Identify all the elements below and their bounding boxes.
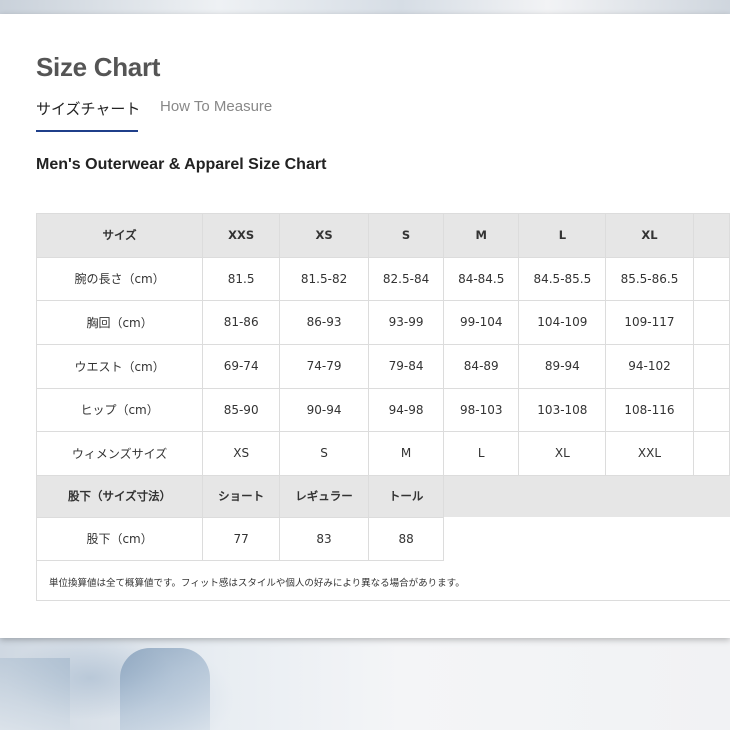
table-cell: 84-84.5 [443, 257, 520, 301]
row-label: ヒップ（cm） [37, 388, 204, 432]
size-table-header-row: サイズ XXS XS S M L XL [37, 214, 730, 258]
header-cell: 股下（サイズ寸法） [37, 475, 204, 518]
table-cell-overflow [693, 257, 730, 301]
table-cell: 81.5-82 [279, 257, 369, 301]
table-cell: 81.5 [202, 257, 281, 301]
size-chart-modal: Size Chart サイズチャート How To Measure Men's … [0, 14, 730, 638]
table-cell: XXL [605, 431, 694, 476]
table-row: ヒップ（cm） 85-90 90-94 94-98 98-103 103-108… [37, 388, 730, 432]
table-cell: 90-94 [279, 388, 369, 432]
table-cell: XL [518, 431, 607, 476]
table-cell: 84.5-85.5 [518, 257, 607, 301]
row-label: ウエスト（cm） [37, 344, 204, 389]
section-title: Men's Outerwear & Apparel Size Chart [36, 156, 327, 173]
table-cell: 84-89 [443, 344, 520, 389]
table-cell: 69-74 [202, 344, 281, 389]
table-cell: 108-116 [605, 388, 694, 432]
table-cell: L [443, 431, 520, 476]
table-cell: 85-90 [202, 388, 281, 432]
tab-how-to-measure[interactable]: How To Measure [160, 98, 272, 125]
size-chart-table: サイズ XXS XS S M L XL 腕の長さ（cm） 81.5 81.5-8… [37, 214, 730, 561]
table-cell: 88 [368, 517, 445, 561]
header-cell: M [443, 214, 520, 258]
table-cell: 81-86 [202, 300, 281, 345]
table-row: 股下（cm） 77 83 88 [37, 517, 730, 561]
footnote: 単位換算値は全て概算値です。フィット感はスタイルや個人の好みにより異なる場合があ… [49, 578, 465, 589]
header-cell: S [368, 214, 445, 258]
background-photo-bottom [0, 638, 730, 730]
row-label: 腕の長さ（cm） [37, 257, 204, 301]
table-cell: 109-117 [605, 300, 694, 345]
header-cell: サイズ [37, 214, 204, 258]
table-cell: S [279, 431, 369, 476]
table-cell: M [368, 431, 445, 476]
table-cell: 85.5-86.5 [605, 257, 694, 301]
table-cell: 99-104 [443, 300, 520, 345]
table-cell: 82.5-84 [368, 257, 445, 301]
background-figure [120, 648, 210, 730]
table-cell: 79-84 [368, 344, 445, 389]
header-cell: XS [279, 214, 369, 258]
table-cell: 104-109 [518, 300, 607, 345]
background-photo-top [0, 0, 730, 14]
empty-cell [443, 517, 730, 560]
table-row: 胸回（cm） 81-86 86-93 93-99 99-104 104-109 … [37, 300, 730, 345]
size-chart-table-container: サイズ XXS XS S M L XL 腕の長さ（cm） 81.5 81.5-8… [36, 213, 730, 601]
header-cell: ショート [202, 475, 281, 518]
row-label: ウィメンズサイズ [37, 431, 204, 476]
table-cell-overflow [693, 344, 730, 389]
table-cell: 86-93 [279, 300, 369, 345]
table-cell: 74-79 [279, 344, 369, 389]
table-cell-overflow [693, 300, 730, 345]
header-cell: L [518, 214, 607, 258]
header-cell: トール [368, 475, 445, 518]
header-cell: XXS [202, 214, 281, 258]
table-cell: 94-102 [605, 344, 694, 389]
table-cell: 83 [279, 517, 369, 561]
inseam-table-header-row: 股下（サイズ寸法） ショート レギュラー トール [37, 475, 730, 518]
table-row: 腕の長さ（cm） 81.5 81.5-82 82.5-84 84-84.5 84… [37, 257, 730, 301]
table-cell-overflow [693, 431, 730, 476]
table-cell: 98-103 [443, 388, 520, 432]
background-figure [0, 658, 70, 730]
table-cell-overflow [693, 388, 730, 432]
modal-title: Size Chart [36, 52, 161, 82]
header-cell: レギュラー [279, 475, 369, 518]
table-cell: 93-99 [368, 300, 445, 345]
table-cell: 77 [202, 517, 281, 561]
tab-size-chart[interactable]: サイズチャート [36, 98, 140, 132]
table-row: ウエスト（cm） 69-74 74-79 79-84 84-89 89-94 9… [37, 344, 730, 389]
header-cell: XL [605, 214, 694, 258]
table-cell: XS [202, 431, 281, 476]
row-label: 胸回（cm） [37, 300, 204, 345]
empty-cell [443, 475, 730, 517]
table-cell: 89-94 [518, 344, 607, 389]
header-cell-overflow [693, 214, 730, 258]
table-cell: 94-98 [368, 388, 445, 432]
table-cell: 103-108 [518, 388, 607, 432]
row-label: 股下（cm） [37, 517, 204, 561]
table-row: ウィメンズサイズ XS S M L XL XXL [37, 431, 730, 476]
